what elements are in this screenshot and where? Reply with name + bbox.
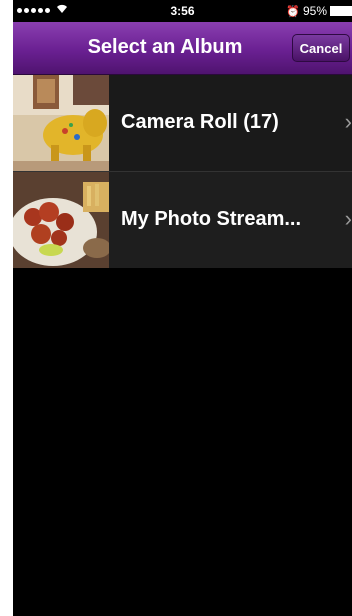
album-label: Camera Roll (17): [121, 111, 279, 133]
chevron-right-icon: ›: [344, 109, 352, 134]
battery-percent: 95%: [302, 4, 327, 18]
elephant-photo-thumbnail: [13, 75, 109, 171]
food-photo-thumbnail: [13, 172, 109, 268]
album-label: My Photo Stream...: [121, 208, 302, 230]
album-row-camera-roll[interactable]: Camera Roll (17) ›: [13, 75, 352, 171]
battery-icon: [330, 6, 352, 16]
cancel-button[interactable]: Cancel: [292, 34, 350, 62]
alarm-icon: ⏰: [286, 5, 300, 18]
chevron-right-icon: ›: [344, 206, 352, 231]
album-row-photo-stream[interactable]: My Photo Stream... ›: [13, 172, 352, 268]
phone-screen: 3:56 ⏰ 95% Select an Album Cancel Camera…: [13, 0, 352, 616]
status-bar: 3:56 ⏰ 95%: [13, 0, 352, 22]
navigation-bar: Select an Album Cancel: [13, 22, 352, 75]
